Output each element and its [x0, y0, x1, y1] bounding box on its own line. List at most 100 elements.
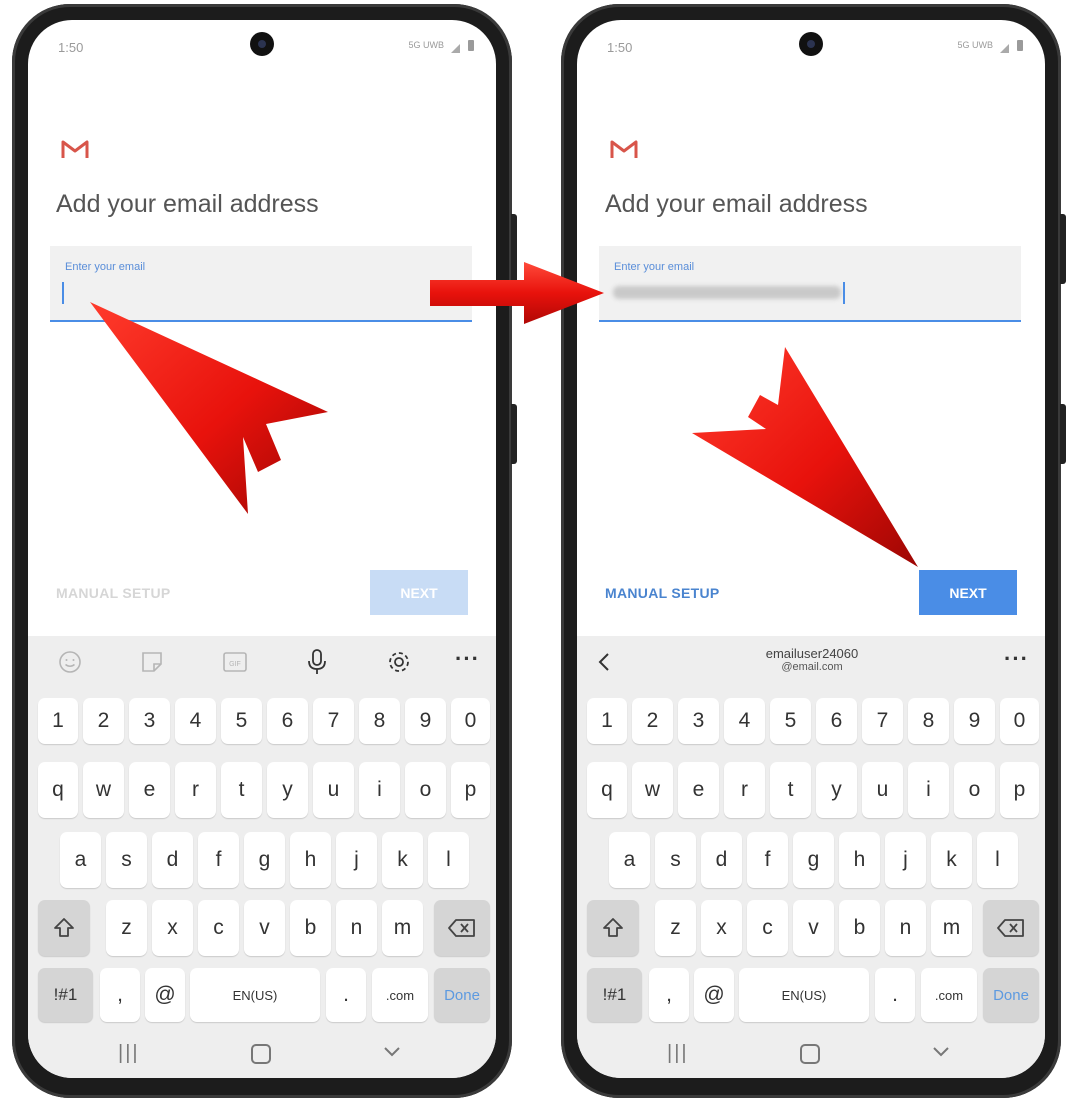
key-j[interactable]: j	[885, 832, 926, 888]
key-1[interactable]: 1	[38, 698, 78, 744]
next-button[interactable]: NEXT	[919, 570, 1017, 615]
key-b[interactable]: b	[839, 900, 880, 956]
key-v[interactable]: v	[244, 900, 285, 956]
backspace-key[interactable]	[983, 900, 1039, 956]
back-icon[interactable]	[932, 1046, 950, 1058]
email-suggestion[interactable]: emailuser24060 @email.com	[727, 646, 897, 673]
manual-setup-button[interactable]: MANUAL SETUP	[605, 585, 720, 601]
home-icon[interactable]	[251, 1044, 271, 1064]
at-key[interactable]: @	[145, 968, 185, 1022]
key-2[interactable]: 2	[83, 698, 124, 744]
done-key[interactable]: Done	[983, 968, 1039, 1022]
more-icon[interactable]: ···	[1004, 646, 1029, 672]
key-4[interactable]: 4	[175, 698, 216, 744]
next-button[interactable]: NEXT	[370, 570, 468, 615]
key-a[interactable]: a	[609, 832, 650, 888]
key-o[interactable]: o	[954, 762, 995, 818]
shift-key[interactable]	[38, 900, 90, 956]
key-j[interactable]: j	[336, 832, 377, 888]
key-e[interactable]: e	[129, 762, 170, 818]
key-r[interactable]: r	[175, 762, 216, 818]
key-c[interactable]: c	[747, 900, 788, 956]
key-8[interactable]: 8	[908, 698, 949, 744]
key-t[interactable]: t	[221, 762, 262, 818]
backspace-key[interactable]	[434, 900, 490, 956]
key-2[interactable]: 2	[632, 698, 673, 744]
key-s[interactable]: s	[655, 832, 696, 888]
comma-key[interactable]: ,	[100, 968, 140, 1022]
gif-icon[interactable]: GIF	[222, 651, 248, 673]
key-7[interactable]: 7	[313, 698, 354, 744]
space-key[interactable]: EN(US)	[739, 968, 869, 1022]
back-icon[interactable]	[383, 1046, 401, 1058]
key-q[interactable]: q	[587, 762, 627, 818]
key-e[interactable]: e	[678, 762, 719, 818]
key-c[interactable]: c	[198, 900, 239, 956]
more-icon[interactable]: ···	[455, 646, 480, 672]
key-8[interactable]: 8	[359, 698, 400, 744]
key-p[interactable]: p	[1000, 762, 1039, 818]
key-1[interactable]: 1	[587, 698, 627, 744]
key-w[interactable]: w	[83, 762, 124, 818]
key-v[interactable]: v	[793, 900, 834, 956]
done-key[interactable]: Done	[434, 968, 490, 1022]
shift-key[interactable]	[587, 900, 639, 956]
key-q[interactable]: q	[38, 762, 78, 818]
key-p[interactable]: p	[451, 762, 490, 818]
key-i[interactable]: i	[359, 762, 400, 818]
comma-key[interactable]: ,	[649, 968, 689, 1022]
key-7[interactable]: 7	[862, 698, 903, 744]
sticker-icon[interactable]	[140, 650, 164, 674]
key-l[interactable]: l	[428, 832, 469, 888]
key-g[interactable]: g	[244, 832, 285, 888]
recents-icon[interactable]: |||	[667, 1042, 689, 1065]
key-5[interactable]: 5	[770, 698, 811, 744]
key-z[interactable]: z	[106, 900, 147, 956]
key-u[interactable]: u	[862, 762, 903, 818]
key-0[interactable]: 0	[1000, 698, 1039, 744]
space-key[interactable]: EN(US)	[190, 968, 320, 1022]
dotcom-key[interactable]: .com	[921, 968, 977, 1022]
key-t[interactable]: t	[770, 762, 811, 818]
key-0[interactable]: 0	[451, 698, 490, 744]
key-y[interactable]: y	[267, 762, 308, 818]
key-y[interactable]: y	[816, 762, 857, 818]
key-m[interactable]: m	[931, 900, 972, 956]
key-l[interactable]: l	[977, 832, 1018, 888]
key-h[interactable]: h	[290, 832, 331, 888]
key-x[interactable]: x	[152, 900, 193, 956]
period-key[interactable]: .	[875, 968, 915, 1022]
key-6[interactable]: 6	[267, 698, 308, 744]
email-field[interactable]: Enter your email	[599, 246, 1021, 322]
period-key[interactable]: .	[326, 968, 366, 1022]
microphone-icon[interactable]	[306, 648, 328, 676]
key-w[interactable]: w	[632, 762, 673, 818]
key-x[interactable]: x	[701, 900, 742, 956]
symbols-key[interactable]: !#1	[38, 968, 93, 1022]
key-k[interactable]: k	[931, 832, 972, 888]
key-m[interactable]: m	[382, 900, 423, 956]
key-u[interactable]: u	[313, 762, 354, 818]
at-key[interactable]: @	[694, 968, 734, 1022]
key-3[interactable]: 3	[678, 698, 719, 744]
key-3[interactable]: 3	[129, 698, 170, 744]
key-9[interactable]: 9	[405, 698, 446, 744]
key-r[interactable]: r	[724, 762, 765, 818]
key-6[interactable]: 6	[816, 698, 857, 744]
key-z[interactable]: z	[655, 900, 696, 956]
key-s[interactable]: s	[106, 832, 147, 888]
chevron-left-icon[interactable]	[597, 652, 611, 672]
emoji-icon[interactable]	[58, 650, 82, 674]
manual-setup-button[interactable]: MANUAL SETUP	[56, 585, 171, 601]
key-4[interactable]: 4	[724, 698, 765, 744]
key-d[interactable]: d	[152, 832, 193, 888]
symbols-key[interactable]: !#1	[587, 968, 642, 1022]
key-k[interactable]: k	[382, 832, 423, 888]
key-a[interactable]: a	[60, 832, 101, 888]
key-f[interactable]: f	[747, 832, 788, 888]
key-n[interactable]: n	[336, 900, 377, 956]
key-n[interactable]: n	[885, 900, 926, 956]
key-i[interactable]: i	[908, 762, 949, 818]
settings-icon[interactable]	[386, 649, 412, 675]
key-f[interactable]: f	[198, 832, 239, 888]
